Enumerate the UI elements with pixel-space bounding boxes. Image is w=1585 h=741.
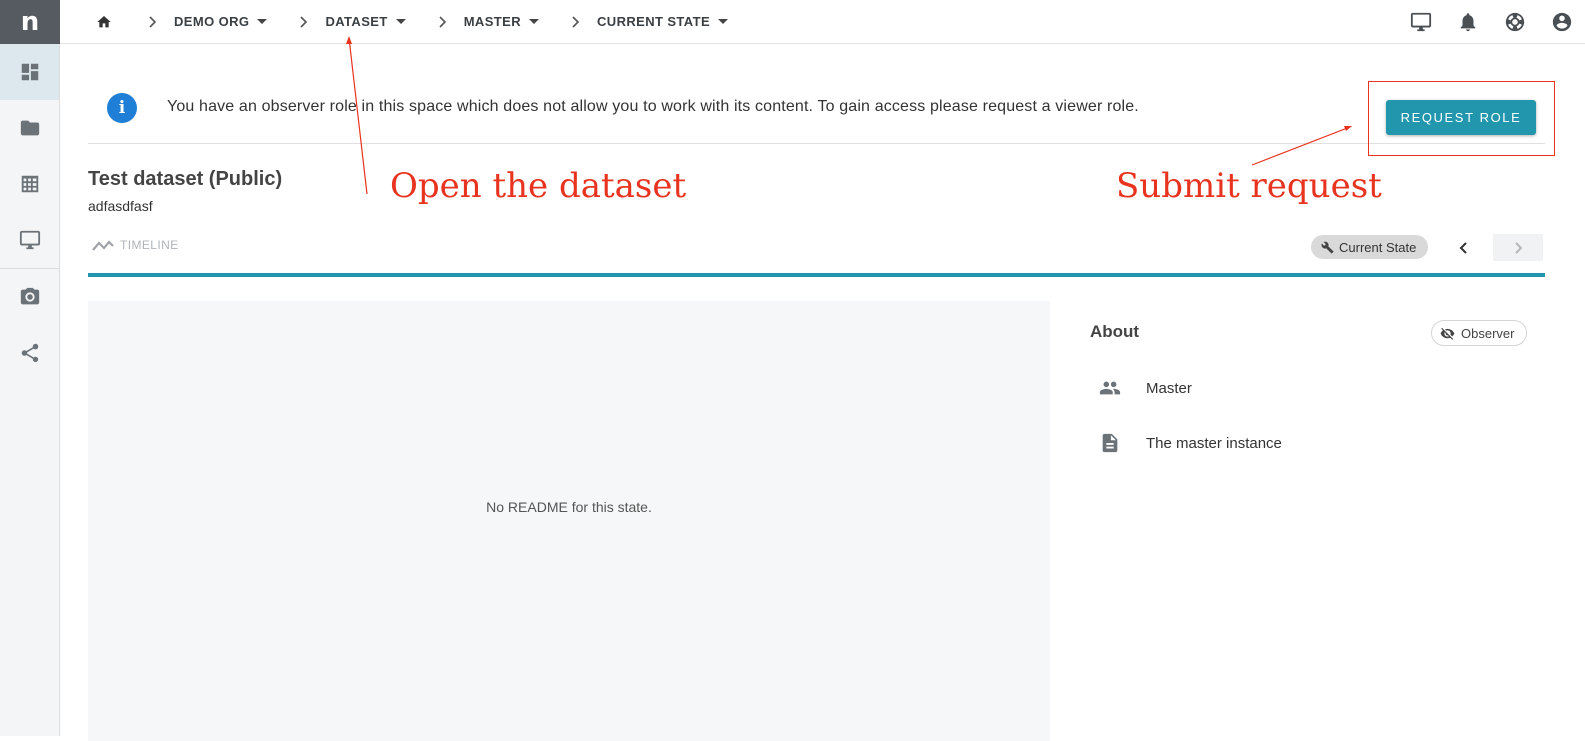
- info-icon: i: [107, 93, 137, 123]
- lifebuoy-icon: [1505, 12, 1524, 32]
- breadcrumb-home[interactable]: [92, 10, 116, 34]
- breadcrumb-label: DEMO ORG: [174, 14, 250, 29]
- breadcrumb-separator: [144, 15, 160, 28]
- timeline-icon: [92, 240, 114, 251]
- chevron-right-icon: [300, 15, 308, 28]
- previous-state-button[interactable]: [1450, 234, 1478, 261]
- tab-timeline[interactable]: TIMELINE: [92, 238, 179, 252]
- caret-down-icon: [257, 19, 268, 24]
- page-subtitle: adfasdfasf: [88, 198, 153, 214]
- breadcrumb-separator: [567, 15, 583, 28]
- role-chip: Observer: [1431, 320, 1528, 346]
- breadcrumb-label: MASTER: [463, 14, 521, 29]
- about-row-description: The master instance: [1090, 432, 1282, 454]
- current-state-label: Current State: [1339, 239, 1417, 255]
- caret-down-icon: [395, 19, 406, 24]
- readme-panel: No README for this state.: [88, 301, 1050, 741]
- request-role-button[interactable]: REQUEST ROLE: [1386, 100, 1536, 135]
- account-icon: [1552, 12, 1571, 32]
- wrench-icon: [1321, 241, 1334, 253]
- breadcrumb-state[interactable]: CURRENT STATE: [597, 14, 729, 29]
- current-state-chip[interactable]: Current State: [1311, 235, 1429, 259]
- home-icon: [97, 15, 111, 27]
- monitor-icon: [19, 230, 40, 250]
- camera-icon: [20, 287, 39, 305]
- about-row-instance: Master: [1090, 377, 1192, 399]
- readme-empty-text: No README for this state.: [486, 499, 652, 515]
- tab-timeline-label: TIMELINE: [120, 238, 179, 252]
- chevron-left-icon: [1459, 241, 1467, 254]
- about-row-icon: [1090, 432, 1130, 454]
- sidebar-item-apps[interactable]: [0, 212, 59, 268]
- top-bar: DEMO ORG DATASET MASTER CURRENT STATE: [60, 0, 1585, 44]
- table-icon: [21, 175, 38, 193]
- monitor-icon: [1410, 12, 1431, 32]
- app-logo[interactable]: n: [0, 0, 60, 44]
- caret-down-icon: [529, 19, 539, 24]
- sidebar-item-snapshots[interactable]: [0, 269, 59, 325]
- account-button[interactable]: [1538, 0, 1585, 44]
- notice-text: You have an observer role in this space …: [167, 98, 1139, 115]
- apps-button[interactable]: [1397, 0, 1444, 44]
- people-icon: [1099, 381, 1121, 395]
- tabs-bar: TIMELINE Current State: [88, 234, 1545, 277]
- top-icon-group: [1397, 0, 1585, 44]
- sidebar: n: [0, 0, 60, 736]
- bell-icon: [1460, 13, 1475, 32]
- breadcrumb-separator: [434, 15, 450, 28]
- breadcrumb-dataset[interactable]: DATASET: [325, 14, 406, 29]
- observer-notice: i You have an observer role in this spac…: [88, 44, 1545, 144]
- about-row-text: Master: [1146, 379, 1192, 397]
- chevron-right-icon: [439, 15, 446, 28]
- role-chip-label: Observer: [1461, 325, 1515, 341]
- help-button[interactable]: [1491, 0, 1538, 44]
- annotation-open-dataset: Open the dataset: [390, 166, 687, 206]
- page-title: Test dataset (Public): [88, 168, 283, 190]
- caret-down-icon: [718, 19, 729, 24]
- chevron-right-icon: [572, 15, 580, 28]
- chevron-right-icon: [1515, 241, 1523, 254]
- next-state-button[interactable]: [1493, 234, 1543, 261]
- chevron-right-icon: [149, 15, 157, 28]
- logo-letter: n: [20, 7, 40, 37]
- sidebar-item-files[interactable]: [0, 100, 59, 156]
- breadcrumb-org[interactable]: DEMO ORG: [174, 14, 268, 29]
- breadcrumb-label: DATASET: [325, 14, 388, 29]
- share-icon: [21, 343, 38, 363]
- dashboard-icon: [21, 63, 38, 81]
- breadcrumb-separator: [295, 15, 311, 28]
- annotation-submit-request: Submit request: [1116, 166, 1382, 206]
- sidebar-item-tables[interactable]: [0, 156, 59, 212]
- about-title: About: [1090, 322, 1140, 341]
- document-icon: [1102, 433, 1118, 453]
- notifications-button[interactable]: [1444, 0, 1491, 44]
- about-row-text: The master instance: [1146, 434, 1282, 452]
- breadcrumb-instance[interactable]: MASTER: [464, 14, 539, 29]
- breadcrumb-label: CURRENT STATE: [597, 14, 711, 29]
- sidebar-item-dashboard[interactable]: [0, 44, 59, 100]
- sidebar-item-share[interactable]: [0, 325, 59, 381]
- about-row-icon: [1090, 377, 1130, 399]
- eye-off-icon: [1440, 327, 1455, 340]
- folder-icon: [20, 120, 39, 136]
